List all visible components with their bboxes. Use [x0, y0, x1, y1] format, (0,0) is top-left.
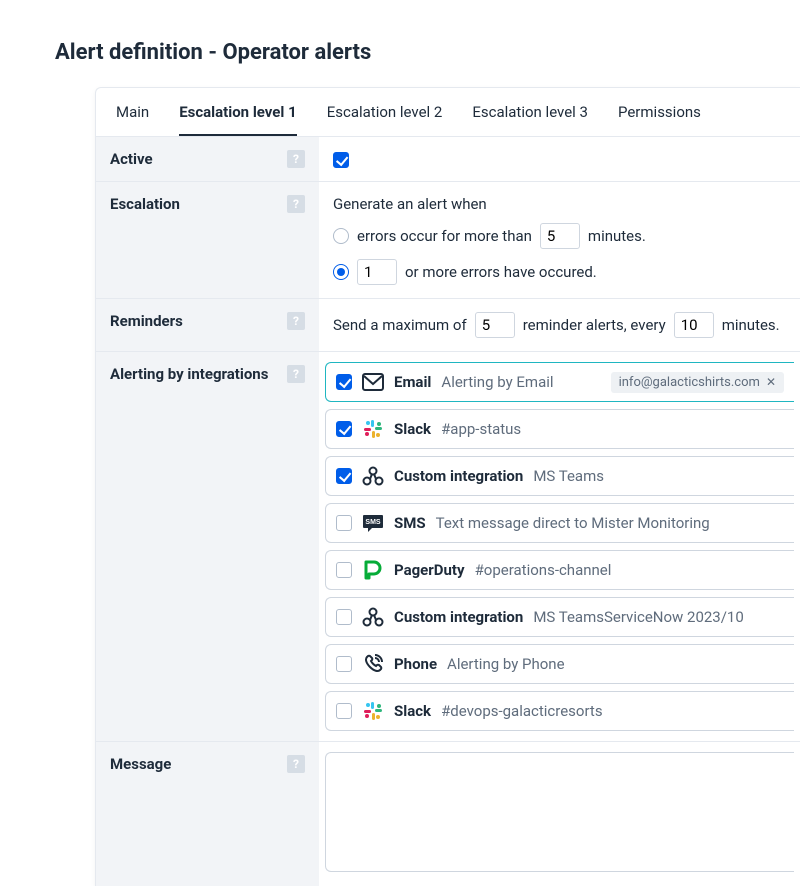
integration-hint: #operations-channel: [475, 561, 612, 579]
integration-item-custom-2[interactable]: Custom integration MS Teams: [325, 456, 794, 496]
row-active: Active ?: [96, 137, 800, 182]
integration-item-email-0[interactable]: Email Alerting by Email info@galacticshirt…: [325, 362, 794, 402]
integration-hint: MS TeamsServiceNow 2023/10: [533, 608, 743, 626]
tab-escalation-level-3[interactable]: Escalation level 3: [472, 88, 588, 136]
field-reminders: Send a maximum of reminder alerts, every…: [319, 299, 800, 351]
row-integrations: Alerting by integrations ? Email Alerting…: [96, 352, 800, 742]
integration-item-sms-3[interactable]: SMS SMS Text message direct to Mister Moni…: [325, 503, 794, 543]
sms-icon: SMS: [362, 512, 384, 534]
integration-checkbox[interactable]: [336, 656, 352, 672]
field-message: [319, 742, 800, 886]
integration-item-slack-7[interactable]: Slack #devops-galacticresorts: [325, 691, 794, 731]
row-escalation: Escalation ? Generate an alert when erro…: [96, 182, 800, 299]
integration-name: Slack: [394, 420, 431, 438]
reminders-post: minutes.: [722, 316, 780, 334]
integration-hint: MS Teams: [533, 467, 604, 485]
escalation-opt2-post: or more errors have occured.: [405, 263, 597, 281]
message-textarea[interactable]: [325, 752, 794, 872]
reminders-mid: reminder alerts, every: [523, 316, 666, 334]
row-message: Message ?: [96, 742, 800, 886]
recipient-chip[interactable]: info@galacticshirts.com ✕: [611, 372, 784, 393]
escalation-intro: Generate an alert when: [333, 195, 786, 213]
help-icon[interactable]: ?: [287, 150, 305, 168]
tab-escalation-level-2[interactable]: Escalation level 2: [327, 88, 443, 136]
escalation-errors-input[interactable]: [357, 259, 397, 285]
integration-checkbox[interactable]: [336, 515, 352, 531]
phone-icon: [362, 653, 384, 675]
integration-name: Slack: [394, 702, 431, 720]
pagerduty-icon: [362, 559, 384, 581]
label-message: Message ?: [96, 742, 319, 886]
page-title: Alert definition - Operator alerts: [55, 40, 800, 65]
field-escalation: Generate an alert when errors occur for …: [319, 182, 800, 298]
label-active: Active ?: [96, 137, 319, 181]
email-icon: [362, 371, 384, 393]
integration-name: SMS: [394, 514, 426, 532]
integration-name: Custom integration: [394, 608, 523, 626]
tab-permissions[interactable]: Permissions: [618, 88, 701, 136]
integration-item-slack-1[interactable]: Slack #app-status: [325, 409, 794, 449]
integration-hint: #app-status: [441, 420, 521, 438]
field-integrations: Email Alerting by Email info@galacticshirt…: [319, 352, 800, 741]
tab-main[interactable]: Main: [116, 88, 149, 136]
custom-icon: [362, 606, 384, 628]
reminders-pre: Send a maximum of: [333, 316, 467, 334]
integration-checkbox[interactable]: [336, 562, 352, 578]
integration-checkbox[interactable]: [336, 703, 352, 719]
integration-hint: Alerting by Email: [441, 373, 553, 391]
integration-checkbox[interactable]: [336, 468, 352, 484]
escalation-radio-errors[interactable]: [333, 264, 349, 280]
help-icon[interactable]: ?: [287, 312, 305, 330]
integration-hint: Text message direct to Mister Monitoring: [436, 514, 710, 532]
reminders-interval-input[interactable]: [674, 312, 714, 338]
active-checkbox[interactable]: [333, 152, 349, 168]
integration-item-phone-6[interactable]: Phone Alerting by Phone: [325, 644, 794, 684]
custom-icon: [362, 465, 384, 487]
help-icon[interactable]: ?: [287, 755, 305, 773]
help-icon[interactable]: ?: [287, 195, 305, 213]
close-icon[interactable]: ✕: [766, 375, 776, 389]
label-integrations: Alerting by integrations ?: [96, 352, 319, 741]
integration-checkbox[interactable]: [336, 374, 352, 390]
slack-icon: [362, 418, 384, 440]
integration-checkbox[interactable]: [336, 421, 352, 437]
row-reminders: Reminders ? Send a maximum of reminder a…: [96, 299, 800, 352]
slack-icon: [362, 700, 384, 722]
tab-escalation-level-1[interactable]: Escalation level 1: [179, 88, 297, 136]
integration-name: Custom integration: [394, 467, 523, 485]
integration-item-custom-5[interactable]: Custom integration MS TeamsServiceNow 202…: [325, 597, 794, 637]
integration-checkbox[interactable]: [336, 609, 352, 625]
integration-name: Email: [394, 373, 431, 391]
integration-item-pagerduty-4[interactable]: PagerDuty #operations-channel: [325, 550, 794, 590]
reminders-count-input[interactable]: [475, 312, 515, 338]
label-escalation: Escalation ?: [96, 182, 319, 298]
label-reminders: Reminders ?: [96, 299, 319, 351]
integration-name: Phone: [394, 655, 437, 673]
field-active: [319, 137, 800, 181]
integration-name: PagerDuty: [394, 561, 465, 579]
settings-panel: Main Escalation level 1 Escalation level 2…: [95, 87, 800, 886]
recipient-chip-text: info@galacticshirts.com: [619, 375, 760, 390]
integration-hint: #devops-galacticresorts: [441, 702, 603, 720]
escalation-radio-minutes[interactable]: [333, 228, 349, 244]
tab-bar: Main Escalation level 1 Escalation level 2…: [96, 88, 800, 137]
escalation-opt1-post: minutes.: [588, 227, 646, 245]
escalation-minutes-input[interactable]: [540, 223, 580, 249]
svg-text:SMS: SMS: [365, 519, 381, 526]
integration-hint: Alerting by Phone: [447, 655, 565, 673]
escalation-opt1-pre: errors occur for more than: [357, 227, 532, 245]
help-icon[interactable]: ?: [287, 365, 305, 383]
